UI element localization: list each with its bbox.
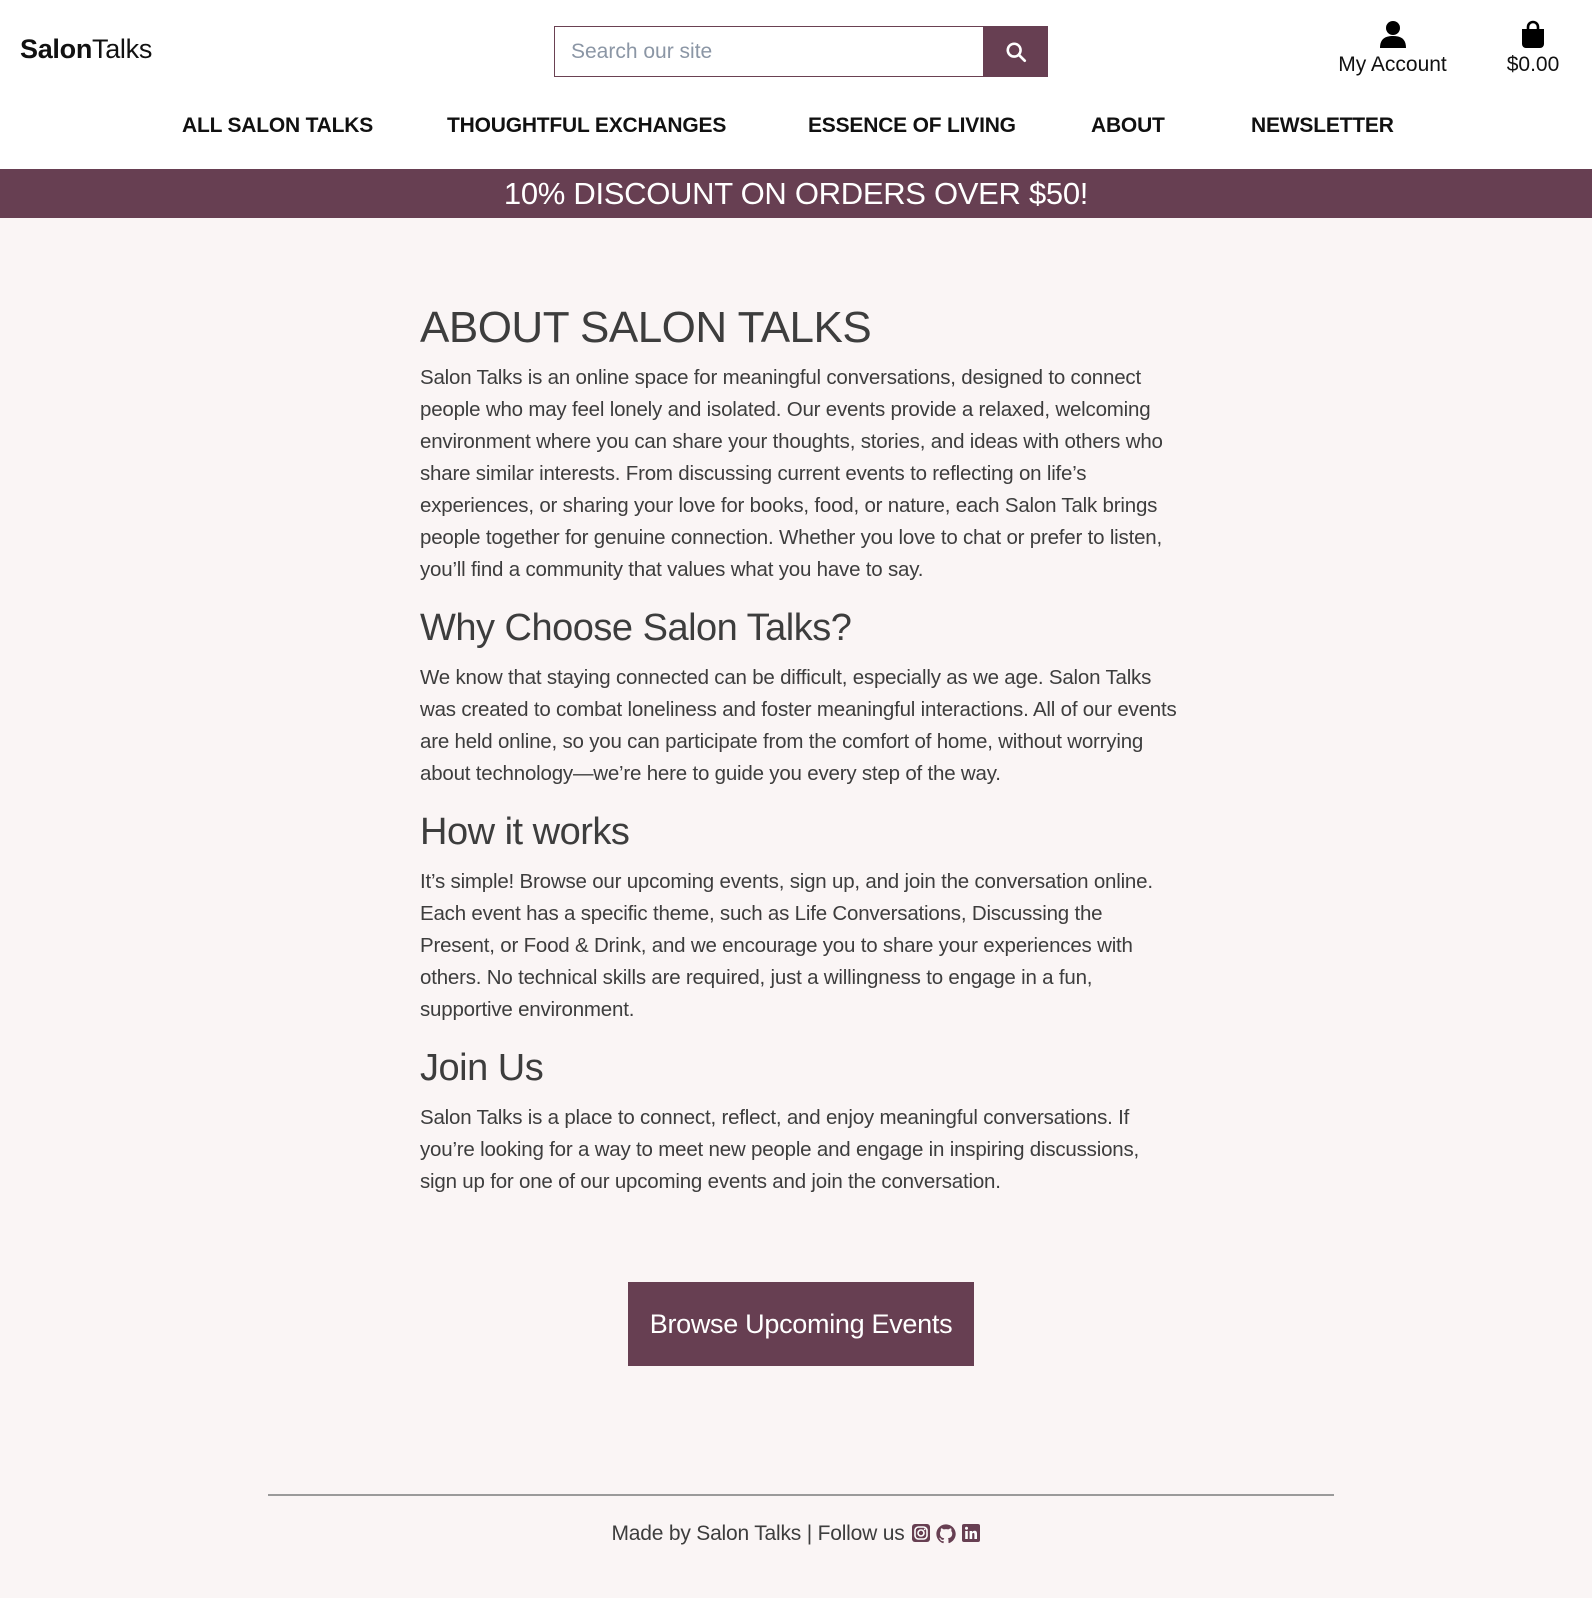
cart-total: $0.00 — [1506, 53, 1560, 76]
nav-all-salon-talks[interactable]: ALL SALON TALKS — [182, 114, 373, 138]
logo-bold-text: Salon — [20, 34, 93, 64]
nav-essence-of-living[interactable]: ESSENCE OF LIVING — [808, 114, 1016, 138]
search-button[interactable] — [983, 26, 1048, 77]
site-footer: Made by Salon Talks | Follow us — [0, 1522, 1592, 1546]
user-icon — [1379, 21, 1406, 48]
discount-banner: 10% DISCOUNT ON ORDERS OVER $50! — [0, 169, 1592, 218]
section-heading-join-us: Join Us — [420, 1047, 544, 1089]
social-links — [911, 1523, 981, 1545]
nav-thoughtful-exchanges[interactable]: THOUGHTFUL EXCHANGES — [447, 114, 726, 138]
section-heading-why-choose: Why Choose Salon Talks? — [420, 607, 852, 649]
section-body-join-us: Salon Talks is a place to connect, refle… — [420, 1106, 1140, 1193]
my-account-link[interactable]: My Account — [1330, 20, 1455, 77]
intro-paragraph: Salon Talks is an online space for meani… — [420, 366, 1163, 581]
browse-upcoming-events-button[interactable]: Browse Upcoming Events — [628, 1282, 974, 1366]
shopping-bag-icon — [1522, 20, 1544, 48]
nav-about[interactable]: ABOUT — [1091, 114, 1165, 138]
nav-newsletter[interactable]: NEWSLETTER — [1251, 114, 1394, 138]
logo-regular-text: Talks — [92, 34, 153, 64]
main-nav: ALL SALON TALKS THOUGHTFUL EXCHANGES ESS… — [0, 114, 1592, 150]
site-logo[interactable]: SalonTalks — [20, 34, 152, 65]
search-icon — [1005, 41, 1026, 62]
section-body-how-it-works: It’s simple! Browse our upcoming events,… — [420, 870, 1153, 1021]
linkedin-icon[interactable] — [961, 1523, 981, 1545]
section-body-why-choose: We know that staying connected can be di… — [420, 666, 1177, 785]
footer-text: Made by Salon Talks | Follow us — [611, 1522, 905, 1545]
github-icon[interactable] — [935, 1523, 957, 1545]
about-content: ABOUT SALON TALKS Salon Talks is an onli… — [420, 300, 1180, 1198]
footer-divider — [268, 1494, 1334, 1496]
shopping-bag-link[interactable]: $0.00 — [1498, 20, 1568, 77]
page-title: ABOUT SALON TALKS — [420, 303, 872, 352]
section-heading-how-it-works: How it works — [420, 811, 630, 853]
site-header: SalonTalks My Account $0.00 ALL SALON TA… — [0, 0, 1592, 169]
search-form — [554, 26, 1048, 77]
instagram-icon[interactable] — [911, 1523, 931, 1545]
search-input[interactable] — [554, 26, 983, 77]
my-account-label: My Account — [1338, 53, 1447, 76]
